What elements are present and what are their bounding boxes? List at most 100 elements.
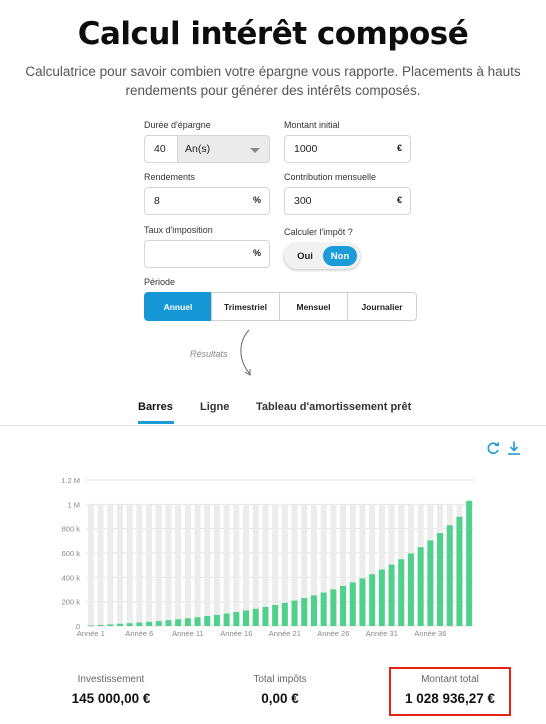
bar xyxy=(437,533,444,626)
bar xyxy=(213,614,220,626)
contribution-input[interactable]: 300 € xyxy=(284,187,411,215)
y-tick-label: 800 k xyxy=(62,525,81,534)
taux-input[interactable]: % xyxy=(144,240,270,268)
bar xyxy=(107,624,114,626)
contribution-unit: € xyxy=(396,195,402,205)
y-tick-label: 1 M xyxy=(67,500,80,509)
bar xyxy=(427,540,434,626)
bar xyxy=(165,620,172,626)
bar-background xyxy=(107,504,114,626)
refresh-icon[interactable] xyxy=(485,440,501,456)
impot-non-option[interactable]: Non xyxy=(323,246,357,266)
montant-label: Montant initial xyxy=(284,120,340,130)
periode-trimestriel-button[interactable]: Trimestriel xyxy=(211,292,280,321)
subtitle-line-1: Calculatrice pour savoir combien votre é… xyxy=(25,64,521,79)
download-icon[interactable] xyxy=(506,440,522,456)
bar xyxy=(369,574,376,626)
x-tick-label: Année 21 xyxy=(269,629,301,638)
bar xyxy=(407,553,414,626)
impot-oui-option[interactable]: Oui xyxy=(288,246,322,266)
y-tick-label: 200 k xyxy=(62,598,81,607)
taux-label: Taux d'imposition xyxy=(144,225,213,235)
bar xyxy=(456,516,463,626)
bar xyxy=(330,589,337,626)
bar xyxy=(126,623,133,626)
bar-background xyxy=(243,504,250,626)
bar xyxy=(252,608,259,626)
tabs-divider xyxy=(0,425,546,426)
duree-unit-select[interactable]: An(s) xyxy=(177,135,270,163)
bar xyxy=(272,604,279,626)
total-impots-label: Total impôts xyxy=(253,674,307,685)
x-tick-label: Année 16 xyxy=(220,629,252,638)
bar xyxy=(175,619,182,626)
bar xyxy=(281,602,288,626)
bar-background xyxy=(97,504,104,626)
bar xyxy=(310,595,317,626)
bar xyxy=(301,598,308,626)
bar-background xyxy=(126,504,133,626)
y-tick-label: 1.2 M xyxy=(61,476,80,485)
bar-background xyxy=(116,504,123,626)
bar-background xyxy=(87,504,94,626)
active-tab-indicator xyxy=(138,421,174,424)
bar xyxy=(466,500,473,626)
bar-background xyxy=(252,504,259,626)
x-tick-label: Année 31 xyxy=(366,629,398,638)
bar-background xyxy=(175,504,182,626)
x-tick-label: Année 6 xyxy=(125,629,153,638)
tab-barres[interactable]: Barres xyxy=(138,401,173,413)
bar xyxy=(155,621,162,626)
bar xyxy=(204,616,211,626)
taux-unit: % xyxy=(252,248,261,258)
total-impots-value: 0,00 € xyxy=(261,691,299,706)
curved-arrow-icon xyxy=(240,329,251,376)
periode-mensuel-button[interactable]: Mensuel xyxy=(279,292,348,321)
bar-background xyxy=(194,504,201,626)
montant-unit: € xyxy=(396,143,402,153)
bar xyxy=(136,622,143,626)
investissement-label: Investissement xyxy=(77,674,145,685)
periode-journalier-button[interactable]: Journalier xyxy=(347,292,417,321)
impot-toggle[interactable]: Oui Non xyxy=(284,243,360,269)
bar xyxy=(223,613,230,626)
x-tick-label: Année 36 xyxy=(414,629,446,638)
contribution-label: Contribution mensuelle xyxy=(284,172,377,182)
bar-background xyxy=(223,504,230,626)
bar xyxy=(87,625,94,627)
bar xyxy=(398,559,405,626)
subtitle-line-2: rendements pour générer des intérêts com… xyxy=(125,83,421,98)
duree-input[interactable]: 40 xyxy=(144,135,178,163)
rendements-input[interactable]: 8 % xyxy=(144,187,270,215)
bar-background xyxy=(233,504,240,626)
bar xyxy=(320,592,327,626)
bar xyxy=(262,606,269,626)
bar-background xyxy=(165,504,172,626)
bar xyxy=(194,617,201,626)
bar-chart: 0200 k400 k600 k800 k1 M1.2 MAnnée 1 Anné… xyxy=(61,476,474,638)
bar xyxy=(388,564,395,626)
page-title: Calcul intérêt composé xyxy=(77,16,469,52)
periode-annuel-button[interactable]: Annuel xyxy=(144,292,212,321)
page-subtitle: Calculatrice pour savoir combien votre é… xyxy=(20,62,526,100)
x-tick-label: Année 26 xyxy=(317,629,349,638)
bar-background xyxy=(213,504,220,626)
bar xyxy=(184,618,191,626)
periode-label: Période xyxy=(144,277,176,287)
montant-input[interactable]: 1000 € xyxy=(284,135,411,163)
bar xyxy=(349,582,356,626)
bar xyxy=(446,525,453,626)
duree-unit-value: An(s) xyxy=(185,143,211,155)
bar xyxy=(378,569,385,626)
bar xyxy=(417,547,424,626)
tab-ligne[interactable]: Ligne xyxy=(200,401,229,413)
bar-background xyxy=(136,504,143,626)
y-tick-label: 400 k xyxy=(62,573,81,582)
contribution-value: 300 xyxy=(294,195,312,207)
duree-value: 40 xyxy=(154,143,166,155)
rendements-value: 8 xyxy=(154,195,160,207)
duree-label: Durée d'épargne xyxy=(144,120,211,130)
tab-tableau-amortissement[interactable]: Tableau d'amortissement prêt xyxy=(256,401,411,413)
x-tick-label: Année 1 xyxy=(77,629,105,638)
bar xyxy=(116,623,123,626)
